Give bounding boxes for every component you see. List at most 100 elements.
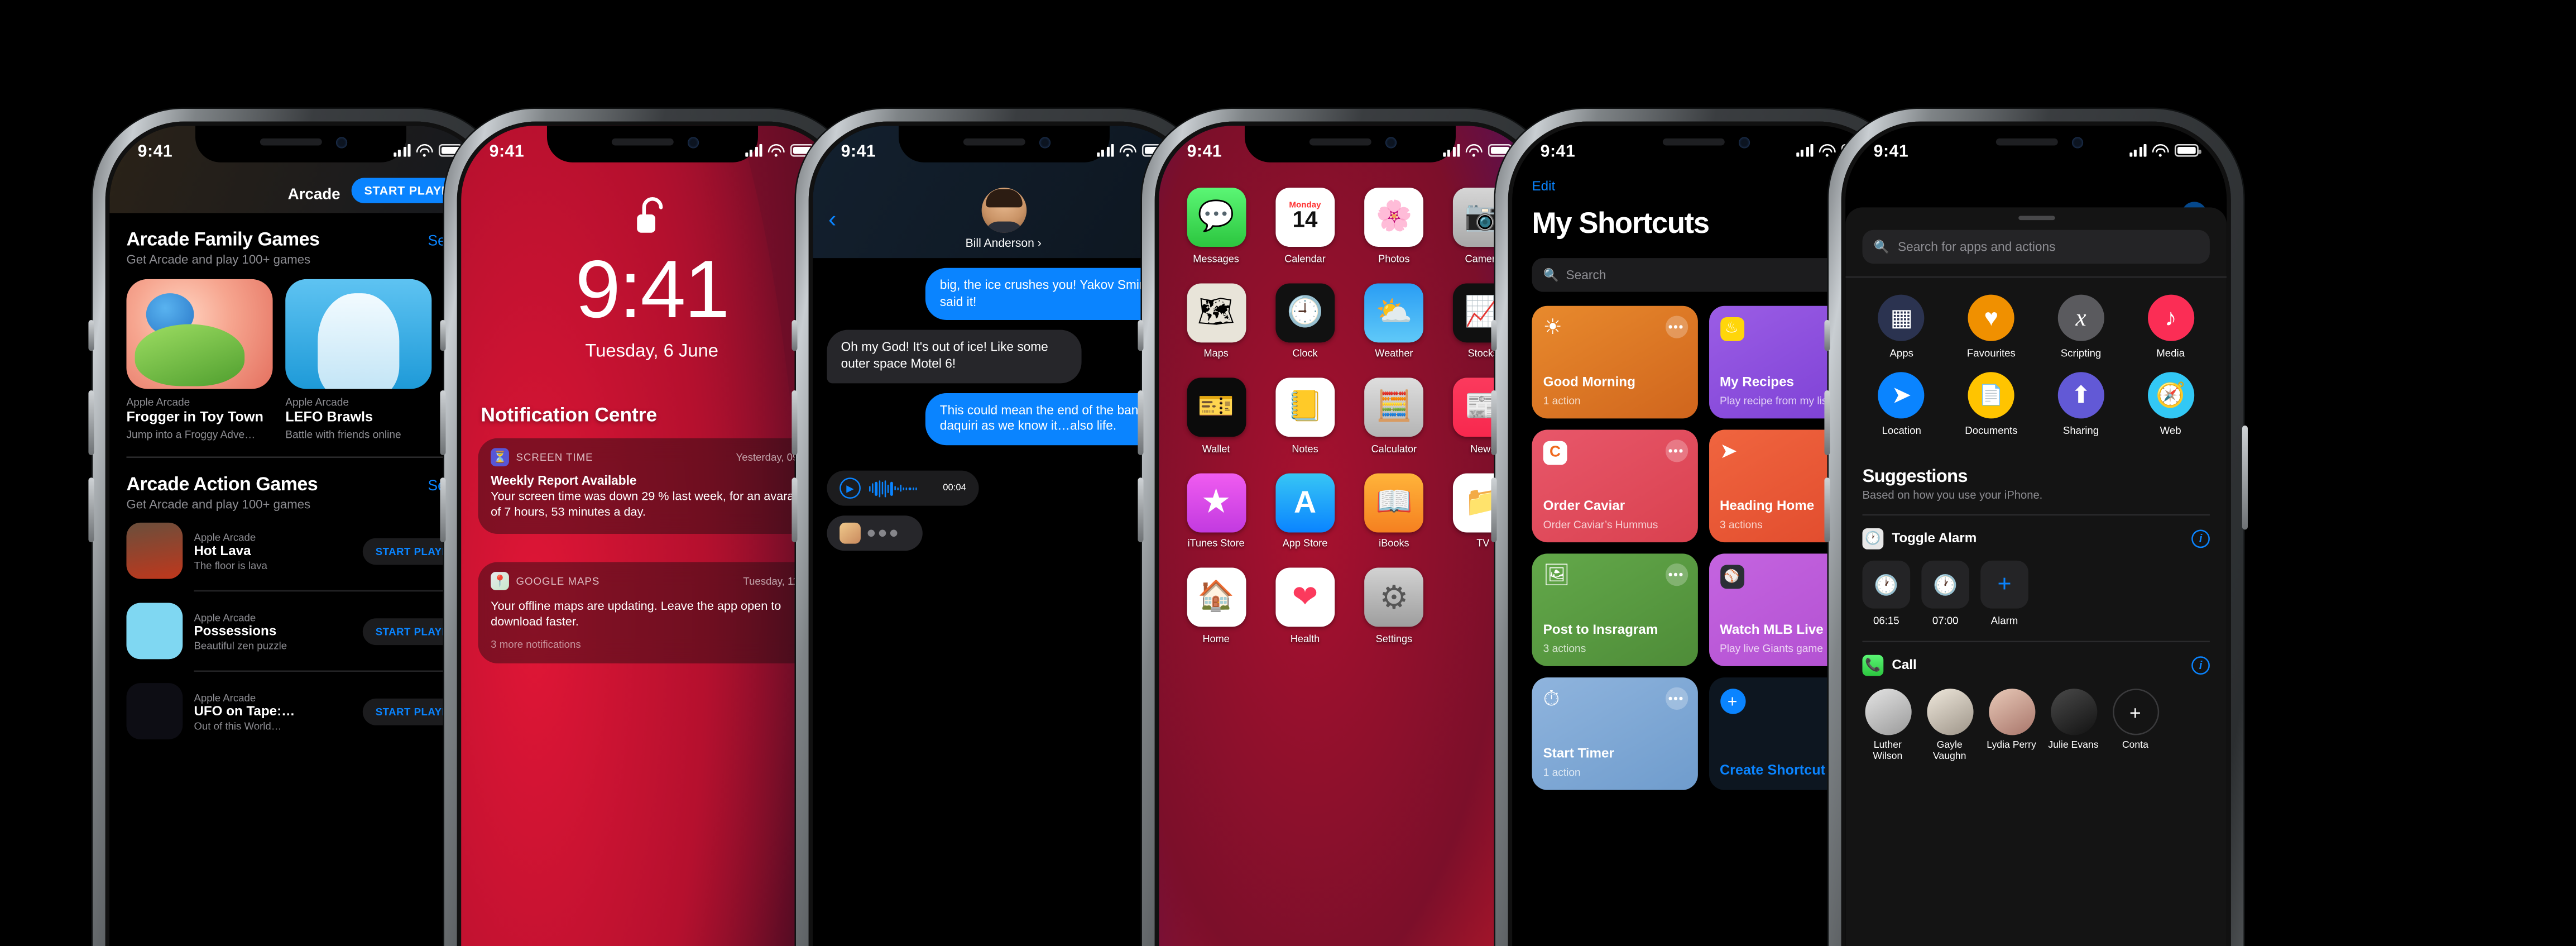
volume-down-button[interactable] [440, 477, 446, 543]
message-bubble[interactable]: Oh my God! It's out of ice! Like some ou… [827, 330, 1081, 383]
audio-message[interactable]: ▶ 00:04 [827, 470, 979, 506]
volume-down-button[interactable] [791, 477, 798, 543]
wifi-icon [416, 144, 433, 157]
category-sharing[interactable]: ⬆ Sharing [2036, 372, 2126, 437]
contact-name[interactable]: Bill Anderson › [813, 236, 1194, 250]
add-contact-item[interactable]: + Conta [2110, 689, 2161, 765]
game-card[interactable]: Apple Arcade LEFO Brawls Battle with fri… [285, 279, 432, 441]
more-options-icon[interactable]: ••• [1664, 563, 1687, 586]
volume-down-button[interactable] [1491, 477, 1497, 543]
lock-date: Tuesday, 6 June [585, 340, 718, 361]
message-thread[interactable]: big, the ice crushes you! Yakov Smirnov … [813, 258, 1194, 946]
app-icon-weather[interactable]: ⛅ Weather [1356, 283, 1431, 360]
notification-card[interactable]: 📍 GOOGLE MAPS Tuesday, 11:10 Your offlin… [478, 562, 826, 663]
notification-card[interactable]: ⏳ SCREEN TIME Yesterday, 09:01 Weekly Re… [478, 438, 826, 534]
avatar[interactable] [981, 188, 1026, 233]
suggestion-call[interactable]: 📞 Call i [1845, 642, 2227, 676]
alarm-item[interactable]: 🕐 06:15 [1862, 560, 1911, 627]
category-location[interactable]: ➤ Location [1857, 372, 1946, 437]
app-icon-calculator[interactable]: 🧮 Calculator [1356, 378, 1431, 455]
home-app-grid[interactable]: 💬 Messages Monday 14 Calendar 🌸 Photos 📷 Came… [1159, 188, 1540, 644]
app-icon-clock[interactable]: 🕘 Clock [1268, 283, 1342, 360]
contact-item[interactable]: Lydia Perry [1986, 689, 2037, 765]
plus-icon: + [1980, 560, 2028, 609]
contact-suggestion-row[interactable]: Luther Wilson Gayle Vaughn Lydia Perry J… [1845, 676, 2227, 765]
category-media[interactable]: ♪ Media [2126, 294, 2215, 360]
shortcut-card[interactable]: ••• 🖼 Post to Insragram 3 actions [1532, 553, 1697, 666]
mute-switch[interactable] [791, 320, 798, 351]
section-subtitle: Get Arcade and play 100+ games [126, 252, 311, 267]
mute-switch[interactable] [440, 320, 446, 351]
game-card[interactable]: Apple Arcade Frogger in Toy Town Jump in… [126, 279, 273, 441]
more-options-icon[interactable]: ••• [1664, 439, 1687, 462]
shortcut-card[interactable]: ••• C Order Caviar Order Caviar’s Hummus [1532, 429, 1697, 543]
back-button[interactable]: ‹ [828, 207, 836, 231]
shortcut-card[interactable]: ••• ☀ Good Morning 1 action [1532, 305, 1697, 419]
game-list-item[interactable]: Apple Arcade UFO on Tape:… Out of this W… [126, 672, 474, 751]
volume-down-button[interactable] [88, 477, 94, 543]
alarm-item[interactable]: 🕐 07:00 [1921, 560, 1969, 627]
mute-switch[interactable] [1824, 320, 1830, 351]
info-icon[interactable]: i [2191, 529, 2210, 548]
app-icon-app-store[interactable]: A App Store [1268, 472, 1342, 550]
app-icon-ibooks[interactable]: 📖 iBooks [1356, 472, 1431, 550]
volume-up-button[interactable] [88, 390, 94, 455]
add-alarm-item[interactable]: + Alarm [1980, 560, 2028, 627]
arcade-content[interactable]: Arcade Family Games See All Get Arcade a… [109, 213, 491, 946]
more-options-icon[interactable]: ••• [1664, 687, 1687, 710]
mute-switch[interactable] [1491, 320, 1497, 351]
volume-down-button[interactable] [1824, 477, 1830, 543]
mute-switch[interactable] [1138, 320, 1144, 351]
game-icon [126, 522, 183, 579]
app-icon-messages[interactable]: 💬 Messages [1179, 188, 1254, 264]
sheet-grabber[interactable] [2017, 216, 2055, 221]
search-input[interactable]: 🔍 Search [1532, 258, 1874, 292]
category-apps[interactable]: ▦ Apps [1857, 294, 1946, 360]
volume-up-button[interactable] [1138, 390, 1144, 455]
app-icon-settings[interactable]: ⚙ Settings [1356, 567, 1431, 644]
shortcut-name: Post to Insragram [1543, 622, 1658, 638]
more-options-icon[interactable]: ••• [1664, 316, 1687, 338]
power-button[interactable] [2242, 426, 2248, 530]
contact-item[interactable]: Luther Wilson [1862, 689, 1913, 765]
map-pin-icon: 📍 [491, 572, 509, 590]
category-web[interactable]: 🧭 Web [2126, 372, 2215, 437]
family-games-carousel[interactable]: Apple Arcade Frogger in Toy Town Jump in… [126, 279, 473, 441]
volume-up-button[interactable] [1491, 390, 1497, 455]
action-sheet[interactable]: 🔍 Search for apps and actions ▦ Apps ♥ Fav… [1845, 207, 2227, 946]
game-list-item[interactable]: Apple Arcade Possessions Beautiful zen p… [126, 591, 474, 670]
category-grid[interactable]: ▦ Apps ♥ Favourites x Scripting ♪ Media ➤ Loc… [1845, 278, 2227, 451]
app-icon-maps[interactable]: 🗺 Maps [1179, 283, 1254, 360]
alarm-suggestion-row[interactable]: 🕐 06:15 🕐 07:00 + Alarm [1845, 550, 2227, 627]
app-icon-calendar[interactable]: Monday 14 Calendar [1268, 188, 1342, 264]
app-icon-photos[interactable]: 🌸 Photos [1356, 188, 1431, 264]
volume-up-button[interactable] [440, 390, 446, 455]
app-icon-wallet[interactable]: 🎫 Wallet [1179, 378, 1254, 455]
category-documents[interactable]: 📄 Documents [1946, 372, 2036, 437]
contact-name: Luther Wilson [1873, 740, 1903, 763]
game-list-item[interactable]: Apple Arcade Hot Lava The floor is lava … [126, 512, 474, 590]
category-favourites[interactable]: ♥ Favourites [1946, 294, 2036, 360]
category-scripting[interactable]: x Scripting [2036, 294, 2126, 360]
app-icon-home[interactable]: 🏠 Home [1179, 567, 1254, 644]
volume-down-button[interactable] [1138, 477, 1144, 543]
health-icon: ❤ [1275, 567, 1335, 627]
volume-up-button[interactable] [791, 390, 798, 455]
suggestions-section: Suggestions Based on how you use your iP… [1845, 451, 2227, 502]
volume-up-button[interactable] [1824, 390, 1830, 455]
shortcut-card[interactable]: ••• ⏱ Start Timer 1 action [1532, 677, 1697, 790]
contact-item[interactable]: Gayle Vaughn [1924, 689, 1975, 765]
app-icon-itunes-store[interactable]: ★ iTunes Store [1179, 472, 1254, 550]
play-icon[interactable]: ▶ [840, 477, 861, 499]
search-input[interactable]: 🔍 Search for apps and actions [1862, 230, 2210, 264]
multi-phone-showcase: Arcade START PLAYING Arcade Family Games… [0, 0, 2576, 946]
shortcuts-grid[interactable]: ••• ☀ Good Morning 1 action ••• ♨ My Reci… [1532, 305, 1874, 790]
app-icon-notes[interactable]: 📒 Notes [1268, 378, 1342, 455]
more-notifications-label[interactable]: 3 more notifications [491, 638, 813, 651]
edit-button[interactable]: Edit [1532, 179, 1556, 195]
mute-switch[interactable] [88, 320, 94, 351]
suggestion-toggle-alarm[interactable]: 🕐 Toggle Alarm i [1845, 515, 2227, 550]
contact-item[interactable]: Julie Evans [2048, 689, 2099, 765]
app-icon-health[interactable]: ❤ Health [1268, 567, 1342, 644]
info-icon[interactable]: i [2191, 656, 2210, 675]
